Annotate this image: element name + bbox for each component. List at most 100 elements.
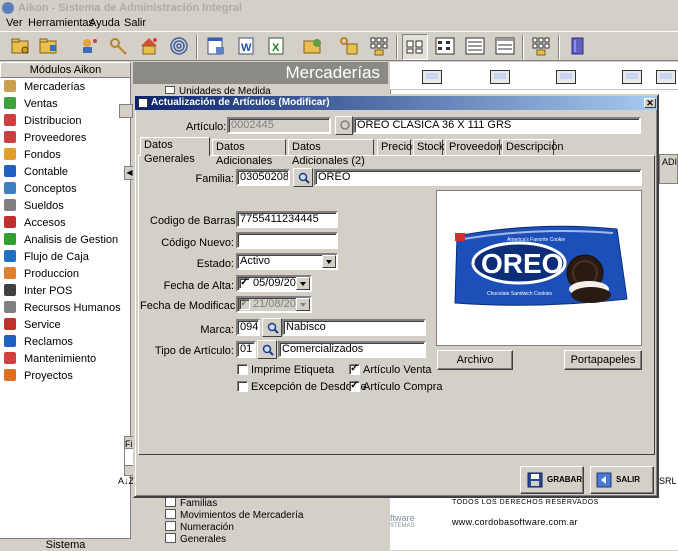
module-item[interactable]: Accesos	[4, 215, 66, 232]
module-item[interactable]: Service	[4, 317, 61, 334]
product-image-frame: OREO America's Favorite Cookie Chocolate…	[436, 190, 642, 346]
estado-label: Estado:	[196, 258, 234, 270]
module-icon	[4, 250, 16, 262]
folder-user-icon[interactable]	[38, 35, 60, 57]
tab-datos-adicionales-2[interactable]: Datos Adicionales (2)	[288, 139, 374, 167]
tipo-search-button[interactable]	[257, 340, 277, 359]
tree-item[interactable]: Familias	[165, 497, 217, 509]
articulo-lookup-button[interactable]	[335, 116, 353, 135]
module-item[interactable]: Analisis de Gestion	[4, 232, 118, 249]
excepcion-desdoble-checkbox[interactable]	[237, 381, 248, 392]
tree-item[interactable]: Generales	[165, 533, 226, 545]
marca-search-button[interactable]	[262, 318, 282, 337]
app-title-bar: Aikon - Sistema de Administración Integr…	[0, 0, 678, 16]
marca-code-field[interactable]: 094	[236, 319, 260, 336]
module-item[interactable]: Recursos Humanos	[4, 300, 121, 317]
familia-search-button[interactable]	[293, 168, 313, 187]
articulo-venta-checkbox[interactable]: ✓	[349, 364, 360, 375]
folder-key-icon[interactable]	[10, 35, 32, 57]
tree-item-label: Generales	[180, 534, 227, 545]
monitor-icon[interactable]	[556, 70, 576, 84]
tree-item[interactable]: Movimientos de Mercadería	[165, 509, 303, 521]
imprime-etiqueta-checkbox[interactable]	[237, 364, 248, 375]
portapapeles-button[interactable]: Portapapeles	[564, 350, 642, 370]
exit-icon	[596, 472, 612, 488]
dialog-close-button[interactable]: ✕	[644, 98, 656, 108]
search-icon	[262, 344, 274, 356]
grabar-button[interactable]: GRABAR	[520, 466, 584, 494]
module-item[interactable]: Contable	[4, 164, 68, 181]
menu-bar: Ver Herramientas Ayuda Salir	[0, 16, 678, 30]
book-icon[interactable]	[566, 35, 588, 57]
key-icon[interactable]	[108, 35, 130, 57]
details-view-icon[interactable]	[494, 35, 516, 57]
monitor-icon[interactable]	[622, 70, 642, 84]
tab-datos-adicionales[interactable]: Datos Adicionales	[212, 139, 286, 167]
user-key-icon[interactable]	[78, 35, 100, 57]
document-window-icon[interactable]	[205, 35, 227, 57]
codigo-barras-field[interactable]: 7755411234445	[236, 211, 338, 228]
sistema-footer[interactable]: Sistema	[0, 538, 131, 551]
estado-value: Activo	[240, 255, 270, 267]
module-item[interactable]: Reclamos	[4, 334, 73, 351]
list-view-icon[interactable]	[464, 35, 486, 57]
tab-precios[interactable]: Precios	[377, 139, 418, 155]
menu-ver[interactable]: Ver	[6, 16, 23, 30]
module-icon	[4, 199, 16, 211]
company-url[interactable]: www.cordobasoftware.com.ar	[452, 517, 578, 527]
tab-descripci-n[interactable]: Descripción	[502, 139, 563, 155]
marca-name-field[interactable]: Nabisco	[282, 319, 426, 336]
menu-herramientas[interactable]: Herramientas	[28, 16, 94, 30]
tab-datos-generales[interactable]: Datos Generales	[140, 137, 210, 165]
familia-code-field[interactable]: 03050208	[236, 169, 290, 186]
articulo-compra-checkbox[interactable]: ✓	[349, 381, 360, 392]
module-item[interactable]: Mantenimiento	[4, 351, 96, 368]
large-icons-view-button[interactable]	[402, 34, 428, 60]
small-icons-icon[interactable]	[434, 35, 456, 57]
module-item[interactable]: Proveedores	[4, 130, 86, 147]
module-item[interactable]: Produccion	[4, 266, 79, 283]
bg-window-stub	[119, 104, 133, 118]
excel-icon[interactable]: X	[265, 35, 287, 57]
archivo-button[interactable]: Archivo	[437, 350, 513, 370]
articulo-label: Artículo:	[186, 121, 227, 133]
monitor-icon[interactable]	[656, 70, 676, 84]
fecha-alta-checkbox[interactable]: ✓	[239, 278, 250, 289]
product-top-text: America's Favorite Cookie	[507, 237, 565, 243]
module-item[interactable]: Fondos	[4, 147, 61, 164]
module-item[interactable]: Distribucion	[4, 113, 81, 130]
module-item[interactable]: Mercaderías	[4, 79, 85, 96]
module-item[interactable]: Flujo de Caja	[4, 249, 89, 266]
tab-stock[interactable]: Stock	[413, 139, 445, 155]
tree-item[interactable]: Numeración	[165, 521, 234, 533]
tipo-name-field[interactable]: Comercializados	[278, 341, 426, 358]
estado-dropdown-arrow[interactable]	[322, 255, 336, 268]
module-item[interactable]: Sueldos	[4, 198, 64, 215]
module-item[interactable]: Ventas	[4, 96, 58, 113]
articulo-description-field[interactable]: OREO CLASICA 36 X 111 GRS	[353, 117, 641, 134]
menu-ayuda[interactable]: Ayuda	[89, 16, 120, 30]
salir-button[interactable]: SALIR	[590, 466, 654, 494]
fecha-alta-dropdown-arrow[interactable]	[296, 277, 310, 290]
fingerprint-icon[interactable]	[168, 35, 190, 57]
menu-salir[interactable]: Salir	[124, 16, 146, 30]
tipo-code-field[interactable]: 01	[236, 341, 256, 358]
monitor-icon[interactable]	[490, 70, 510, 84]
module-item[interactable]: Conceptos	[4, 181, 77, 198]
grid-small-icon[interactable]	[530, 35, 552, 57]
module-icon	[4, 352, 16, 364]
monitor-icon[interactable]	[422, 70, 442, 84]
home-icon[interactable]	[138, 35, 160, 57]
module-item[interactable]: Proyectos	[4, 368, 73, 385]
module-icon	[4, 369, 16, 381]
company-logo-subtext: STEMAS	[390, 523, 415, 529]
grid-icon[interactable]	[368, 35, 390, 57]
word-icon[interactable]: W	[235, 35, 257, 57]
folder-tools-icon[interactable]	[302, 35, 324, 57]
key-document-icon[interactable]	[338, 35, 360, 57]
codigo-nuevo-field[interactable]	[236, 232, 338, 249]
module-item[interactable]: Inter POS	[4, 283, 72, 300]
familia-name-field[interactable]: OREO	[314, 169, 642, 186]
tab-proveedores[interactable]: Proveedores	[445, 139, 511, 155]
sort-az-icon[interactable]: A↓Z	[118, 476, 134, 490]
